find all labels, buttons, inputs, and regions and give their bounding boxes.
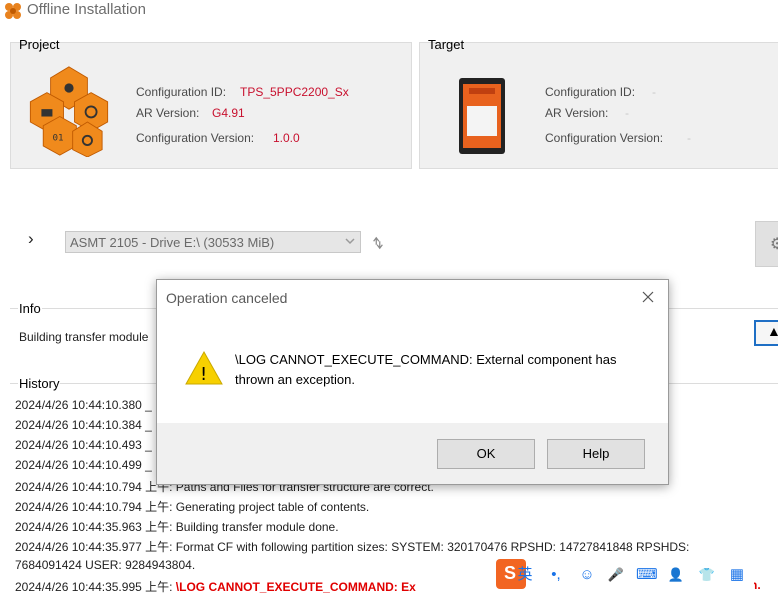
chevron-right-icon: › [28,229,34,248]
project-config-version-label: Configuration Version: [136,131,255,145]
project-ar-version-value: G4.91 [212,106,245,120]
app-logo-icon [5,3,21,19]
target-config-version-label: Configuration Version: [545,131,664,145]
history-error-text: \LOG CANNOT_EXECUTE_COMMAND: Ex [175,580,416,594]
ime-punctuation-toggle[interactable]: •, [546,565,566,585]
project-hex-icon: 01 [29,66,109,157]
history-line: 2024/4/26 10:44:10.384 _ [15,418,152,432]
info-text: Building transfer module [19,330,149,344]
history-line: 2024/4/26 10:44:10.499 _ [15,458,152,472]
dialog-title: Operation canceled [166,290,288,306]
project-title: Project [19,37,60,52]
history-line: 2024/4/26 10:44:10.380 _ [15,398,152,412]
history-error-line: 2024/4/26 10:44:35.995 上午: \LOG CANNOT_E… [15,578,416,595]
target-title: Target [428,37,465,52]
ime-toolbar: S 英 •, ☺ 🎤 ⌨ 👤 👕 ▦ [490,556,754,594]
project-panel: Project 01 Configuration ID: TPS_5PPC220… [10,37,412,169]
history-title: History [18,376,61,391]
help-button[interactable]: Help [547,439,645,469]
cf-card-icon [459,78,505,154]
dialog-close-button[interactable] [637,286,659,308]
close-icon [642,291,654,303]
project-ar-version-label: AR Version: [136,106,200,120]
svg-text:01: 01 [52,132,63,143]
history-line: 7684091424 USER: 9284943804. [15,558,196,572]
dialog-footer: OK Help [157,423,668,484]
operation-canceled-dialog: Operation canceled ! \LOG CANNOT_EXECUTE… [156,279,669,485]
keyboard-icon[interactable]: ⌨ [636,565,658,585]
target-ar-version-value: - [625,106,629,120]
window-title: Offline Installation [27,1,146,18]
expand-button[interactable]: › [26,229,40,250]
history-line: 2024/4/26 10:44:10.794 上午: Generating pr… [15,500,370,514]
emoji-icon[interactable]: ☺ [577,565,597,585]
target-panel: Target Configuration ID: - AR Version: -… [419,37,778,169]
title-bar: Offline Installation [0,0,778,22]
shirt-icon[interactable]: 👕 [697,565,717,585]
project-config-id-label: Configuration ID: [136,85,227,99]
info-action-button[interactable]: ▲ [754,320,778,346]
gear-icon: ⚙ [770,236,778,253]
ok-button[interactable]: OK [437,439,535,469]
drive-select[interactable]: ASMT 2105 - Drive E:\ (30533 MiB) [65,231,361,253]
user-icon[interactable]: 👤 [666,565,686,585]
target-config-id-value: - [652,85,656,99]
target-ar-version-label: AR Version: [545,106,609,120]
dialog-message: \LOG CANNOT_EXECUTE_COMMAND: External co… [235,352,617,387]
settings-button[interactable]: ⚙ [755,221,778,267]
info-title: Info [18,301,42,316]
refresh-icon[interactable] [370,236,386,250]
history-line: 2024/4/26 10:44:35.963 上午: Building tran… [15,520,339,534]
history-error-prefix: 2024/4/26 10:44:35.995 上午: [15,580,176,594]
project-config-id-value: TPS_5PPC2200_Sx [240,85,349,99]
microphone-icon[interactable]: 🎤 [606,565,626,585]
project-config-version-value: 1.0.0 [273,131,300,145]
history-line: 2024/4/26 10:44:10.493 _ [15,438,152,452]
warning-mark: ! [200,364,208,385]
drive-select-value: ASMT 2105 - Drive E:\ (30533 MiB) [70,235,275,250]
history-line: 2024/4/26 10:44:35.977 上午: Format CF wit… [15,540,690,554]
triangle-up-icon: ▲ [767,323,778,339]
target-config-id-label: Configuration ID: [545,85,636,99]
target-config-version-value: - [687,131,691,145]
tools-icon[interactable]: ▦ [727,565,747,585]
chevron-down-icon [345,238,355,245]
ime-language-toggle[interactable]: 英 [515,565,535,585]
